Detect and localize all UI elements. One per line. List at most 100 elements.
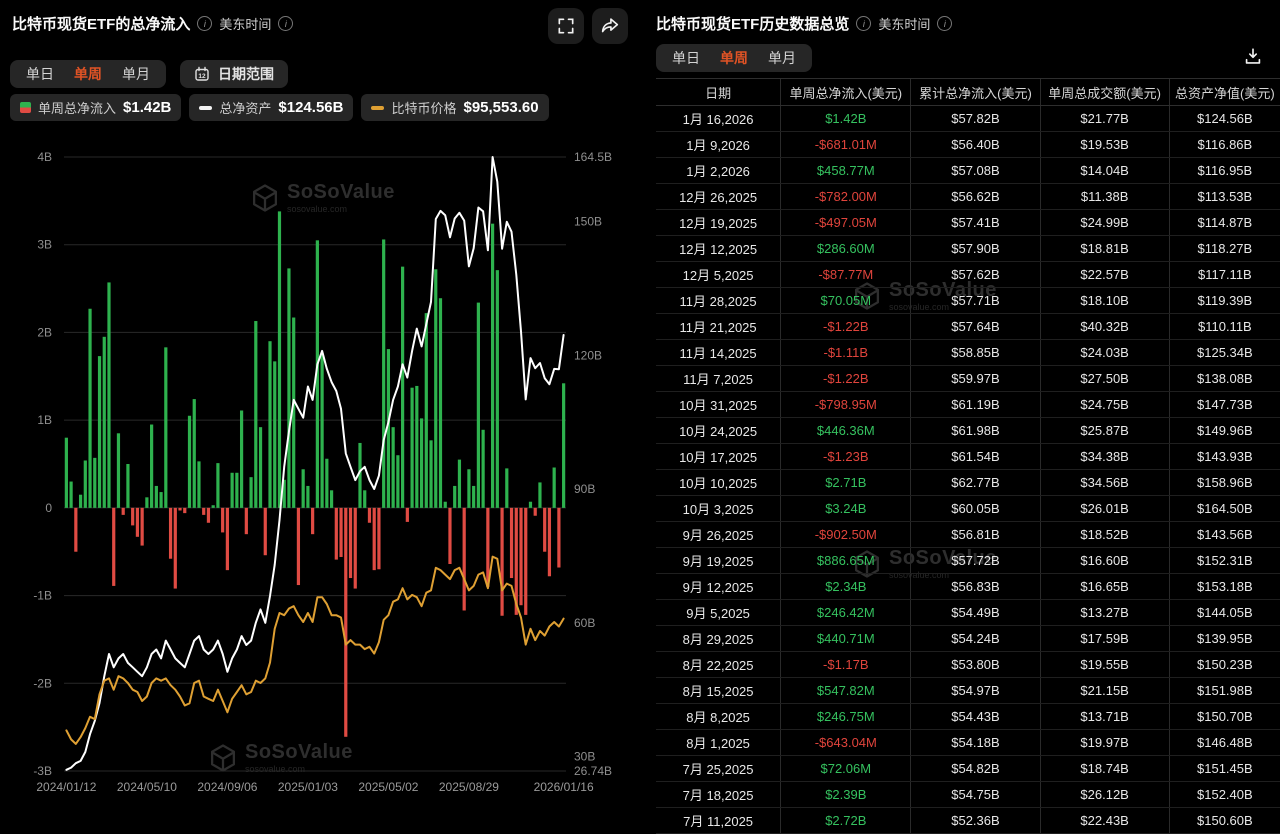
table-panel-header: 比特币现货ETF历史数据总览 i 美东时间 i bbox=[656, 13, 952, 34]
table-row[interactable]: 9月 5,2025$246.42M$54.49B$13.27B$144.05B bbox=[656, 600, 1280, 626]
fullscreen-button[interactable] bbox=[548, 8, 584, 44]
inflow-bar bbox=[249, 477, 252, 508]
value-cell: $26.12B bbox=[1040, 782, 1169, 807]
inflow-bar bbox=[429, 440, 432, 508]
table-row[interactable]: 10月 24,2025$446.36M$61.98B$25.87B$149.96… bbox=[656, 418, 1280, 444]
legend-total-net-assets[interactable]: 总净资产$124.56B bbox=[189, 94, 353, 121]
table-row[interactable]: 10月 3,2025$3.24B$60.05B$26.01B$164.50B bbox=[656, 496, 1280, 522]
right-axis-label: 30B bbox=[574, 749, 595, 763]
table-row[interactable]: 8月 8,2025$246.75M$54.43B$13.71B$150.70B bbox=[656, 704, 1280, 730]
table-row[interactable]: 12月 5,2025-$87.77M$57.62B$22.57B$117.11B bbox=[656, 262, 1280, 288]
value-cell: $147.73B bbox=[1169, 392, 1280, 417]
table-row[interactable]: 11月 28,2025$70.05M$57.71B$18.10B$119.39B bbox=[656, 288, 1280, 314]
value-cell: $22.43B bbox=[1040, 808, 1169, 833]
info-icon[interactable]: i bbox=[856, 16, 871, 31]
inflow-bar bbox=[150, 425, 153, 508]
outflow-bar bbox=[169, 508, 172, 559]
table-row[interactable]: 12月 19,2025-$497.05M$57.41B$24.99B$114.8… bbox=[656, 210, 1280, 236]
value-cell: $114.87B bbox=[1169, 210, 1280, 235]
table-row[interactable]: 11月 7,2025-$1.22B$59.97B$27.50B$138.08B bbox=[656, 366, 1280, 392]
table-row[interactable]: 12月 12,2025$286.60M$57.90B$18.81B$118.27… bbox=[656, 236, 1280, 262]
inflow-bar bbox=[302, 469, 305, 508]
value-cell: $246.75M bbox=[780, 704, 910, 729]
legend-weekly-net-inflow[interactable]: 单周总净流入$1.42B bbox=[10, 94, 181, 121]
etf-flows-chart[interactable]: 4B3B2B1B0-1B-2B-3B164.5B150B120B90B60B30… bbox=[0, 130, 640, 800]
table-row[interactable]: 9月 19,2025$886.65M$57.72B$16.60B$152.31B bbox=[656, 548, 1280, 574]
value-cell: $21.77B bbox=[1040, 106, 1169, 131]
date-cell: 10月 3,2025 bbox=[656, 496, 780, 521]
outflow-bar bbox=[519, 508, 522, 605]
date-range-button[interactable]: 12 日期范围 bbox=[180, 60, 288, 88]
table-row[interactable]: 1月 9,2026-$681.01M$56.40B$19.53B$116.86B bbox=[656, 132, 1280, 158]
table-row[interactable]: 10月 10,2025$2.71B$62.77B$34.56B$158.96B bbox=[656, 470, 1280, 496]
table-row[interactable]: 8月 1,2025-$643.04M$54.18B$19.97B$146.48B bbox=[656, 730, 1280, 756]
value-cell: $138.08B bbox=[1169, 366, 1280, 391]
left-axis-label: 2B bbox=[37, 325, 52, 339]
table-row[interactable]: 8月 29,2025$440.71M$54.24B$17.59B$139.95B bbox=[656, 626, 1280, 652]
date-cell: 8月 8,2025 bbox=[656, 704, 780, 729]
outflow-bar bbox=[377, 508, 380, 569]
tab-monthly[interactable]: 单月 bbox=[122, 64, 150, 84]
date-cell: 8月 22,2025 bbox=[656, 652, 780, 677]
value-cell: $57.82B bbox=[910, 106, 1039, 131]
table-row[interactable]: 8月 22,2025-$1.17B$53.80B$19.55B$150.23B bbox=[656, 652, 1280, 678]
table-row[interactable]: 11月 21,2025-$1.22B$57.64B$40.32B$110.11B bbox=[656, 314, 1280, 340]
inflow-bar bbox=[562, 383, 565, 508]
tab-weekly[interactable]: 单周 bbox=[74, 64, 102, 84]
inflow-bar bbox=[458, 460, 461, 508]
x-axis-label: 2024/09/06 bbox=[197, 780, 257, 794]
table-row[interactable]: 10月 31,2025-$798.95M$61.19B$24.75B$147.7… bbox=[656, 392, 1280, 418]
outflow-bar bbox=[202, 508, 205, 515]
value-cell: -$1.22B bbox=[780, 366, 910, 391]
legend-btc-price[interactable]: 比特币价格$95,553.60 bbox=[361, 94, 548, 121]
table-row[interactable]: 1月 16,2026$1.42B$57.82B$21.77B$124.56B bbox=[656, 106, 1280, 132]
inflow-bar bbox=[472, 486, 475, 508]
outflow-bar bbox=[141, 508, 144, 546]
value-cell: $152.40B bbox=[1169, 782, 1280, 807]
column-header: 累计总净流入(美元) bbox=[910, 79, 1039, 105]
table-row[interactable]: 9月 26,2025-$902.50M$56.81B$18.52B$143.56… bbox=[656, 522, 1280, 548]
outflow-bar bbox=[122, 508, 125, 515]
info-icon[interactable]: i bbox=[197, 16, 212, 31]
legend-label: 比特币价格 bbox=[391, 98, 456, 117]
info-icon[interactable]: i bbox=[278, 16, 293, 31]
outflow-bar bbox=[534, 508, 537, 516]
table-row[interactable]: 9月 12,2025$2.34B$56.83B$16.65B$153.18B bbox=[656, 574, 1280, 600]
table-row[interactable]: 11月 14,2025-$1.11B$58.85B$24.03B$125.34B bbox=[656, 340, 1280, 366]
table-row[interactable]: 10月 17,2025-$1.23B$61.54B$34.38B$143.93B bbox=[656, 444, 1280, 470]
outflow-bar bbox=[510, 508, 513, 578]
inflow-bar bbox=[410, 388, 413, 508]
value-cell: $446.36M bbox=[780, 418, 910, 443]
value-cell: -$902.50M bbox=[780, 522, 910, 547]
table-row[interactable]: 12月 26,2025-$782.00M$56.62B$11.38B$113.5… bbox=[656, 184, 1280, 210]
history-table: 日期单周总净流入(美元)累计总净流入(美元)单周总成交额(美元)总资产净值(美元… bbox=[656, 78, 1280, 834]
download-button[interactable] bbox=[1242, 46, 1264, 71]
date-cell: 12月 19,2025 bbox=[656, 210, 780, 235]
x-axis-label: 2025/05/02 bbox=[358, 780, 418, 794]
tab-daily[interactable]: 单日 bbox=[26, 64, 54, 84]
app-root: SoSoValuesosovalue.com SoSoValuesosovalu… bbox=[0, 0, 1280, 800]
inflow-bar bbox=[88, 309, 91, 508]
value-cell: $2.39B bbox=[780, 782, 910, 807]
right-axis-label: 90B bbox=[574, 482, 595, 496]
inflow-bar bbox=[268, 341, 271, 508]
value-cell: -$87.77M bbox=[780, 262, 910, 287]
table-row[interactable]: 7月 11,2025$2.72B$52.36B$22.43B$150.60B bbox=[656, 808, 1280, 834]
info-icon[interactable]: i bbox=[937, 16, 952, 31]
share-button[interactable] bbox=[592, 8, 628, 44]
chart-panel-header: 比特币现货ETF的总净流入 i 美东时间 i bbox=[12, 13, 293, 34]
value-cell: -$643.04M bbox=[780, 730, 910, 755]
net-assets-line bbox=[66, 157, 563, 770]
right-axis-label: 150B bbox=[574, 215, 602, 229]
date-cell: 7月 25,2025 bbox=[656, 756, 780, 781]
table-row[interactable]: 1月 2,2026$458.77M$57.08B$14.04B$116.95B bbox=[656, 158, 1280, 184]
value-cell: $19.97B bbox=[1040, 730, 1169, 755]
tab-monthly[interactable]: 单月 bbox=[768, 48, 796, 68]
table-row[interactable]: 7月 25,2025$72.06M$54.82B$18.74B$151.45B bbox=[656, 756, 1280, 782]
tab-daily[interactable]: 单日 bbox=[672, 48, 700, 68]
date-cell: 10月 17,2025 bbox=[656, 444, 780, 469]
tab-weekly[interactable]: 单周 bbox=[720, 48, 748, 68]
table-row[interactable]: 8月 15,2025$547.82M$54.97B$21.15B$151.98B bbox=[656, 678, 1280, 704]
value-cell: $54.75B bbox=[910, 782, 1039, 807]
table-row[interactable]: 7月 18,2025$2.39B$54.75B$26.12B$152.40B bbox=[656, 782, 1280, 808]
